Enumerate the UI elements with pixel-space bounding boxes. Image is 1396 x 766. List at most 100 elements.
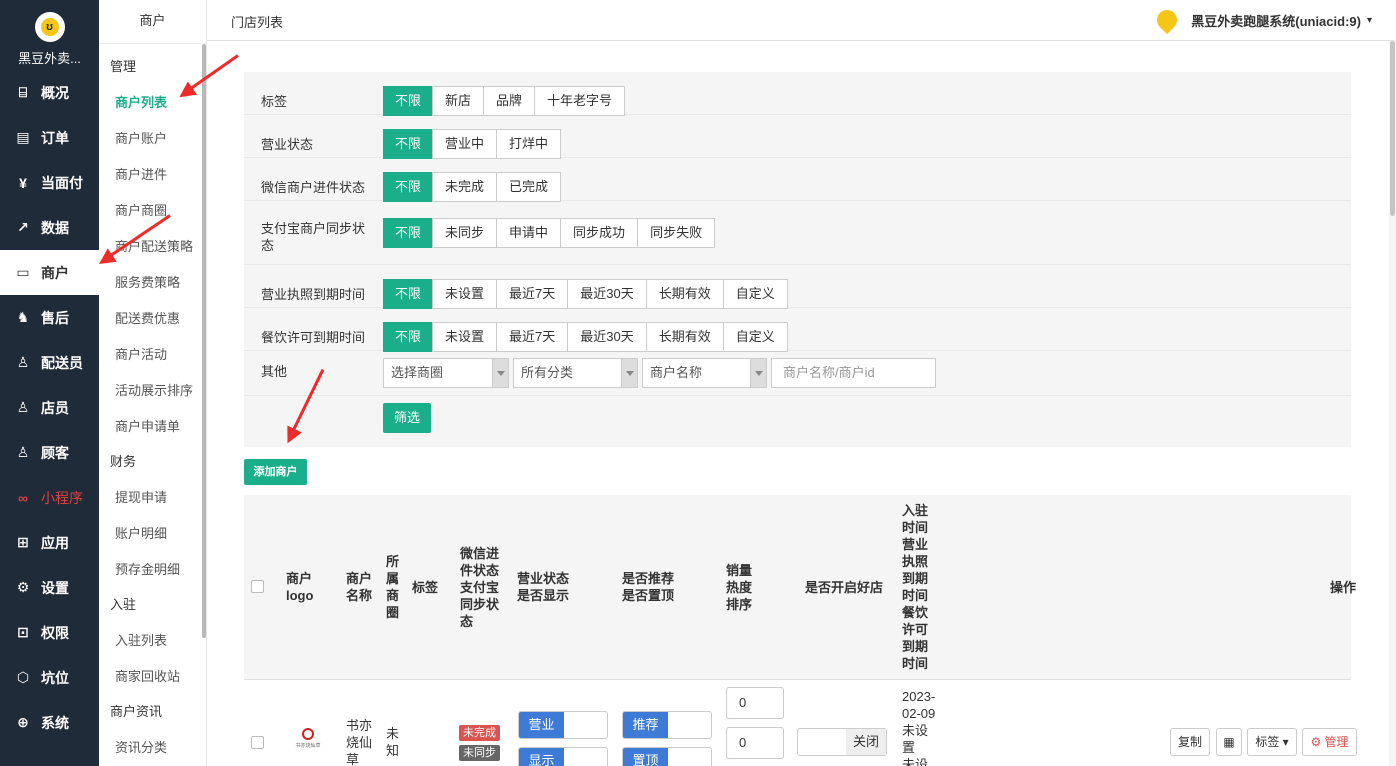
- filter-option[interactable]: 最近30天: [567, 322, 647, 352]
- area-select[interactable]: 选择商圈: [383, 358, 509, 388]
- filter-option[interactable]: 不限: [383, 86, 434, 116]
- column-header: 所 属 商 圈: [386, 554, 400, 620]
- filter-option[interactable]: 申请中: [496, 218, 562, 248]
- recommend-toggle[interactable]: 推荐: [622, 711, 712, 739]
- qrcode-button[interactable]: ▦: [1216, 728, 1242, 756]
- filter-option[interactable]: 不限: [383, 172, 434, 202]
- chevron-down-icon: [621, 359, 637, 387]
- filter-option[interactable]: 未设置: [432, 279, 498, 309]
- filter-option[interactable]: 最近7天: [496, 279, 569, 309]
- display-toggle[interactable]: 显示: [518, 747, 608, 766]
- sub-item[interactable]: 商户账户: [115, 128, 167, 147]
- filter-panel: 标签 不限 新店 品牌 十年老字号 营业状态 不限 营业中 打烊中 微信商户进件状态 不限 未完成 已完…: [244, 72, 1351, 447]
- system-switcher[interactable]: 黑豆外卖跑腿系统(uniacid:9) ▾: [1153, 5, 1372, 35]
- filter-option[interactable]: 十年老字号: [534, 86, 626, 116]
- sub-group-label: 商户资讯: [110, 704, 163, 719]
- sub-item[interactable]: 预存金明细: [115, 559, 180, 578]
- filter-option[interactable]: 未设置: [432, 322, 498, 352]
- sub-item[interactable]: 商家回收站: [115, 666, 180, 685]
- copy-button[interactable]: 复制: [1170, 728, 1210, 756]
- nav-item-chart[interactable]: ↗ 数据: [0, 205, 99, 250]
- column-header: 商户 名称: [346, 571, 373, 603]
- filter-option[interactable]: 长期有效: [645, 322, 724, 352]
- nav-item-overview[interactable]: ⌸ 概况: [0, 70, 99, 115]
- sub-item[interactable]: 商户进件: [115, 164, 167, 183]
- pin-top-toggle[interactable]: 置顶: [622, 747, 712, 766]
- search-input[interactable]: 商户名称/商户id: [771, 358, 936, 388]
- manage-button[interactable]: ⚙ 管理: [1302, 728, 1357, 756]
- select-all-checkbox[interactable]: [251, 580, 264, 593]
- nav-item-courier[interactable]: ♙ 配送员: [0, 340, 99, 385]
- sub-item[interactable]: 提现申请: [115, 487, 167, 506]
- row-checkbox[interactable]: [251, 736, 264, 749]
- main-content: 标签 不限 新店 品牌 十年老字号 营业状态 不限 营业中 打烊中 微信商户进件状态 不限 未完成 已完…: [207, 41, 1389, 766]
- filter-option[interactable]: 自定义: [722, 322, 788, 352]
- toggle-label: 置顶: [623, 748, 668, 766]
- filter-option[interactable]: 新店: [432, 86, 485, 116]
- category-select[interactable]: 所有分类: [513, 358, 638, 388]
- nav-item-order[interactable]: ▤ 订单: [0, 115, 99, 160]
- system-label: 黑豆外卖跑腿系统(uniacid:9): [1191, 13, 1361, 29]
- sub-item[interactable]: 入驻列表: [115, 630, 167, 649]
- filter-option[interactable]: 最近30天: [567, 279, 647, 309]
- filter-option[interactable]: 未完成: [432, 172, 498, 202]
- sub-item[interactable]: 商户列表: [115, 92, 167, 111]
- nav-item-label: 配送员: [41, 354, 83, 371]
- filter-option[interactable]: 同步成功: [560, 218, 639, 248]
- filter-option[interactable]: 不限: [383, 279, 434, 309]
- nav-item-store[interactable]: ▭ 商户: [0, 250, 99, 295]
- chevron-down-icon: [750, 359, 766, 387]
- nav-item-cube[interactable]: ⬡ 坑位: [0, 655, 99, 700]
- filter-row: 营业执照到期时间 不限 未设置 最近7天 最近30天 长期有效 自定义: [244, 265, 1351, 309]
- filter-option[interactable]: 不限: [383, 218, 434, 248]
- filter-option[interactable]: 打烊中: [496, 129, 562, 159]
- good-store-switch[interactable]: 关闭: [797, 728, 887, 756]
- nav-item-lock[interactable]: ⊡ 权限: [0, 610, 99, 655]
- filter-option[interactable]: 不限: [383, 129, 434, 159]
- sales-sort-input[interactable]: 0: [726, 687, 784, 719]
- location-pin-icon: [1153, 5, 1182, 35]
- open-toggle[interactable]: 营业: [518, 711, 608, 739]
- filter-option[interactable]: 最近7天: [496, 322, 569, 352]
- nav-item-customer[interactable]: ♙ 顾客: [0, 430, 99, 475]
- filter-submit-button[interactable]: 筛选: [383, 403, 431, 433]
- sidebar-scrollbar[interactable]: [202, 44, 206, 638]
- filter-option[interactable]: 品牌: [483, 86, 536, 116]
- nav-item-system[interactable]: ⊕ 系统: [0, 700, 99, 745]
- merchant-area: 未 知: [386, 726, 400, 758]
- filter-option[interactable]: 已完成: [496, 172, 562, 202]
- app-logo[interactable]: ʊ 黑豆外卖...: [0, 0, 99, 70]
- sub-item[interactable]: 配送费优惠: [115, 308, 180, 327]
- sub-item[interactable]: 活动展示排序: [115, 380, 193, 399]
- filter-option[interactable]: 长期有效: [645, 279, 724, 309]
- nav-item-yen[interactable]: ¥ 当面付: [0, 160, 99, 205]
- page-scrollbar[interactable]: [1389, 41, 1396, 766]
- nav-item-miniprogram[interactable]: ∞ 小程序: [0, 475, 99, 520]
- filter-option[interactable]: 不限: [383, 322, 434, 352]
- sub-item[interactable]: 服务费策略: [115, 272, 180, 291]
- filter-row: 营业状态 不限 营业中 打烊中: [244, 115, 1351, 159]
- sub-group-label: 入驻: [110, 597, 137, 612]
- nav-item-clerk[interactable]: ♙ 店员: [0, 385, 99, 430]
- sub-item[interactable]: 账户明细: [115, 523, 167, 542]
- chart-icon: ↗: [17, 219, 29, 235]
- nav-item-headset[interactable]: ♞ 售后: [0, 295, 99, 340]
- field-select[interactable]: 商户名称: [642, 358, 767, 388]
- nav-item-gear[interactable]: ⚙ 设置: [0, 565, 99, 610]
- breadcrumb: 门店列表: [231, 15, 284, 30]
- sub-item[interactable]: 资讯分类: [115, 737, 167, 756]
- nav-item-label: 店员: [41, 399, 69, 416]
- add-merchant-button[interactable]: 添加商户: [244, 459, 307, 485]
- filter-option[interactable]: 营业中: [432, 129, 498, 159]
- tag-dropdown-button[interactable]: 标签 ▾: [1247, 728, 1297, 756]
- filter-option[interactable]: 同步失败: [637, 218, 716, 248]
- nav-item-apps[interactable]: ⊞ 应用: [0, 520, 99, 565]
- filter-option[interactable]: 自定义: [722, 279, 788, 309]
- filter-options: 不限 未设置 最近7天 最近30天 长期有效 自定义: [383, 322, 788, 352]
- sub-item[interactable]: 商户申请单: [115, 416, 180, 435]
- filter-option[interactable]: 未同步: [432, 218, 498, 248]
- sub-item[interactable]: 商户商圈: [115, 200, 167, 219]
- sub-item[interactable]: 商户活动: [115, 344, 167, 363]
- heat-sort-input[interactable]: 0: [726, 727, 784, 759]
- merchant-logo: 书亦烧仙草: [290, 728, 326, 756]
